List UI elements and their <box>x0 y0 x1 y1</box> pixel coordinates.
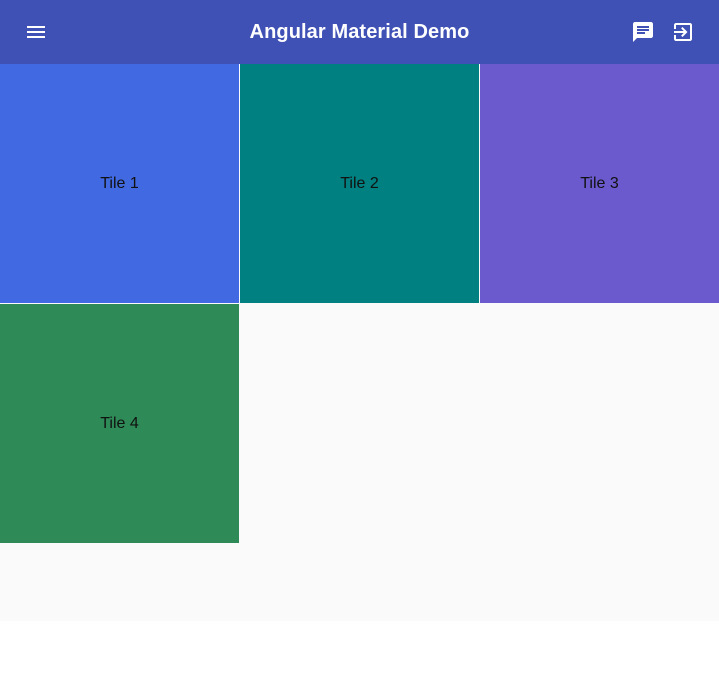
chat-button[interactable] <box>623 12 663 52</box>
app-title: Angular Material Demo <box>249 21 470 43</box>
tile-label: Tile 4 <box>100 414 139 432</box>
grid-tile-1: Tile 1 <box>0 64 239 303</box>
tile-label: Tile 1 <box>100 174 139 192</box>
tile-label: Tile 3 <box>580 174 619 192</box>
chat-icon <box>633 22 653 42</box>
tile-label: Tile 2 <box>340 174 379 192</box>
grid-tile-3: Tile 3 <box>480 64 719 303</box>
grid-tile-2: Tile 2 <box>240 64 479 303</box>
grid-list: Tile 1 Tile 2 Tile 3 Tile 4 <box>0 64 719 621</box>
exit-to-app-icon <box>674 23 692 41</box>
top-toolbar: Angular Material Demo <box>0 0 719 64</box>
exit-button[interactable] <box>663 12 703 52</box>
grid-tile-4: Tile 4 <box>0 304 239 543</box>
